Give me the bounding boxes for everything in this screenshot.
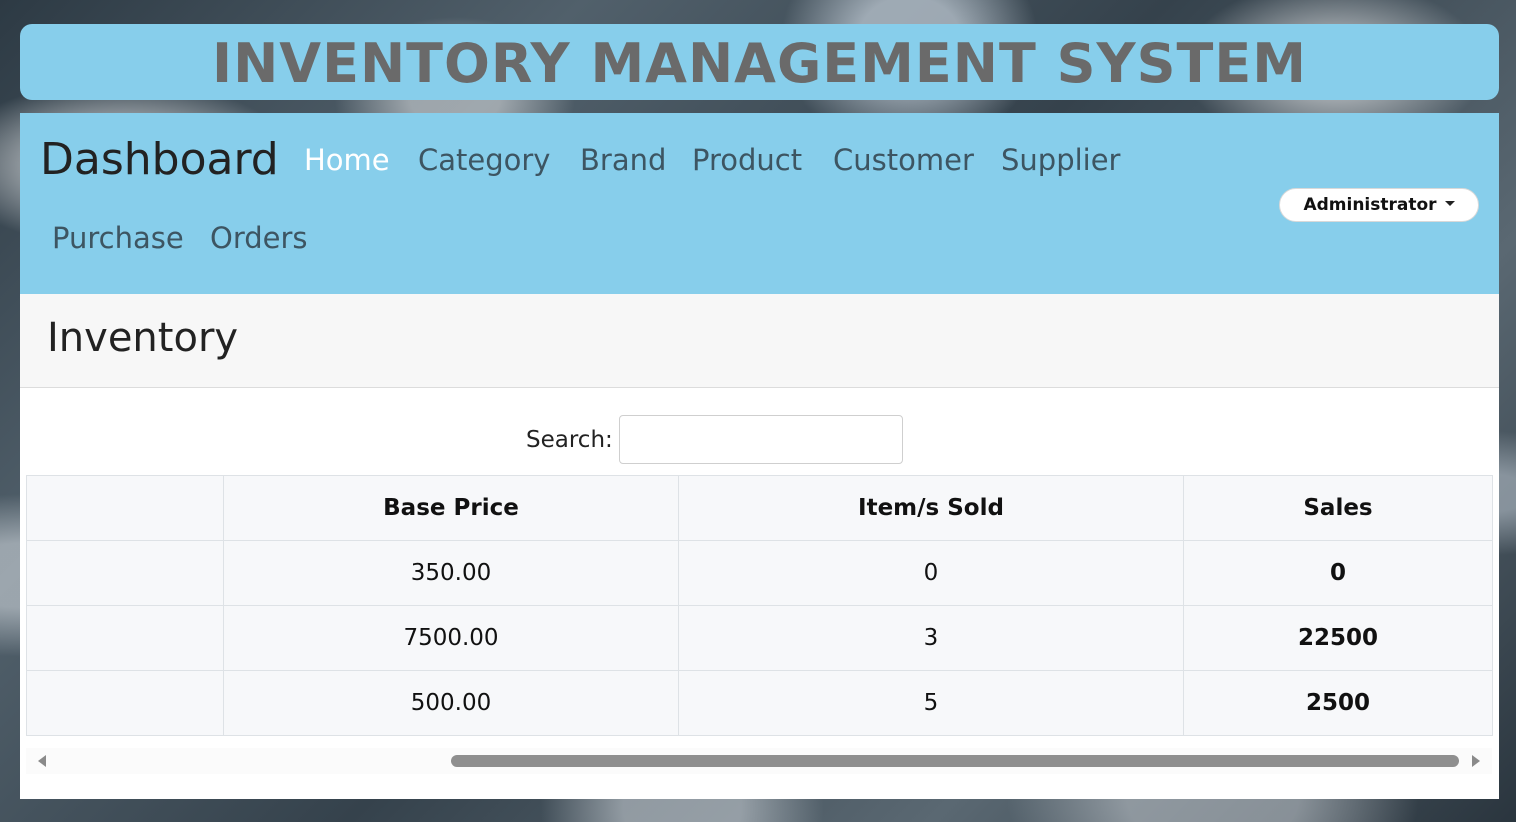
sales-cell: 0 xyxy=(1183,540,1493,606)
nav-home[interactable]: Home xyxy=(304,142,390,178)
nav-purchase[interactable]: Purchase xyxy=(52,220,184,256)
nav-orders[interactable]: Orders xyxy=(210,220,308,256)
table-row: 7500.00 3 22500 xyxy=(26,605,1493,671)
page-title: Inventory xyxy=(47,315,239,361)
search-input[interactable] xyxy=(619,415,903,464)
items-sold-cell: 5 xyxy=(678,670,1184,736)
items-sold-cell: 3 xyxy=(678,605,1184,671)
sales-cell: 22500 xyxy=(1183,605,1493,671)
base-price-cell: 7500.00 xyxy=(223,605,679,671)
table-row: 500.00 5 2500 xyxy=(26,670,1493,736)
inventory-table: Base Price Item/s Sold Sales 350.00 0 0 … xyxy=(26,475,1493,736)
table-cell xyxy=(26,605,224,671)
nav-brand[interactable]: Brand xyxy=(580,142,666,178)
scroll-left-arrow-icon[interactable] xyxy=(38,755,46,767)
scrollbar-thumb[interactable] xyxy=(451,755,1459,767)
nav-supplier[interactable]: Supplier xyxy=(1001,142,1120,178)
column-header-items-sold[interactable]: Item/s Sold xyxy=(678,475,1184,541)
items-sold-cell: 0 xyxy=(678,540,1184,606)
table-row: 350.00 0 0 xyxy=(26,540,1493,606)
user-menu-label: Administrator xyxy=(1303,195,1437,215)
nav-product[interactable]: Product xyxy=(692,142,802,178)
horizontal-scrollbar[interactable] xyxy=(26,748,1492,774)
table-header-row: Base Price Item/s Sold Sales xyxy=(26,475,1493,541)
nav-category[interactable]: Category xyxy=(418,142,550,178)
main-navbar: Dashboard Home Category Brand Product Cu… xyxy=(20,113,1499,294)
table-cell xyxy=(26,540,224,606)
app-title-banner: INVENTORY MANAGEMENT SYSTEM xyxy=(20,24,1499,100)
sales-cell: 2500 xyxy=(1183,670,1493,736)
app-title: INVENTORY MANAGEMENT SYSTEM xyxy=(212,32,1307,95)
navbar-brand[interactable]: Dashboard xyxy=(40,133,279,187)
nav-customer[interactable]: Customer xyxy=(833,142,974,178)
column-header[interactable] xyxy=(26,475,224,541)
user-menu-button[interactable]: Administrator xyxy=(1279,188,1479,222)
caret-down-icon xyxy=(1444,201,1455,206)
column-header-sales[interactable]: Sales xyxy=(1183,475,1493,541)
base-price-cell: 350.00 xyxy=(223,540,679,606)
column-header-base-price[interactable]: Base Price xyxy=(223,475,679,541)
search-label: Search: xyxy=(526,427,613,453)
table-cell xyxy=(26,670,224,736)
card-header: Inventory xyxy=(20,294,1499,388)
base-price-cell: 500.00 xyxy=(223,670,679,736)
scroll-right-arrow-icon[interactable] xyxy=(1472,755,1480,767)
inventory-card: Inventory Search: Base Price Item/s Sold… xyxy=(20,294,1499,799)
